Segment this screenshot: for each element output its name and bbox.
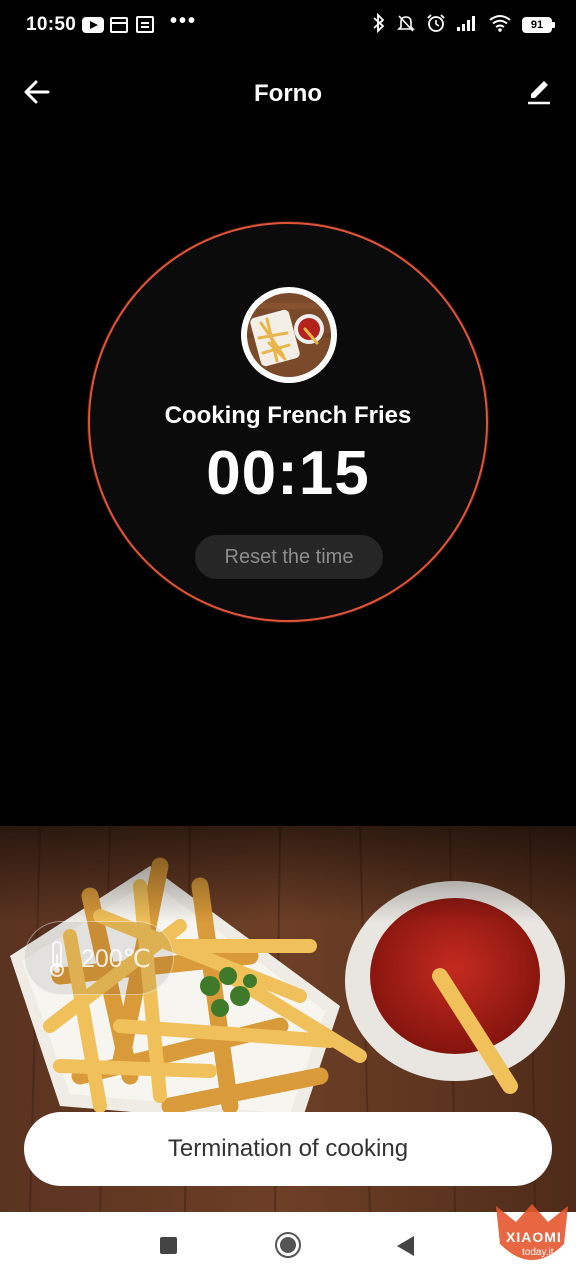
home-button[interactable]	[275, 1232, 301, 1258]
pencil-icon[interactable]	[520, 74, 556, 110]
temperature-value: 200℃	[81, 945, 151, 973]
cooking-dial: Cooking French Fries 00:15 Reset the tim…	[88, 222, 488, 622]
youtube-notification-icon	[82, 17, 104, 33]
watermark-site: today.it	[522, 1247, 554, 1258]
status-time: 10:50	[26, 14, 77, 35]
watermark-logo: XIAOMI today.it	[488, 1196, 576, 1274]
back-button[interactable]	[397, 1236, 414, 1256]
status-bar: 10:50 ••• 91	[0, 0, 576, 52]
app-header: Forno	[0, 60, 576, 126]
news-notification-icon	[136, 16, 154, 33]
french-fries-thumbnail	[241, 287, 337, 383]
reset-time-button[interactable]: Reset the time	[195, 535, 383, 579]
recents-button[interactable]	[160, 1237, 177, 1254]
page-title: Forno	[254, 80, 322, 107]
cooking-timer: 00:15	[206, 439, 370, 508]
status-icons: 91	[372, 12, 555, 38]
watermark-brand: XIAOMI	[506, 1229, 562, 1245]
signal-icon	[456, 14, 478, 37]
alarm-icon	[426, 13, 446, 38]
temperature-indicator: 200℃	[24, 921, 174, 995]
more-notifications-icon: •••	[170, 9, 198, 32]
cooking-status-label: Cooking French Fries	[164, 402, 412, 429]
battery-icon: 91	[522, 17, 555, 33]
silent-mode-icon	[396, 13, 416, 38]
bluetooth-icon	[372, 12, 386, 38]
wifi-icon	[488, 14, 512, 37]
terminate-cooking-button[interactable]: Termination of cooking	[24, 1112, 552, 1186]
calendar-notification-icon	[110, 17, 128, 33]
thermometer-icon	[47, 940, 67, 978]
